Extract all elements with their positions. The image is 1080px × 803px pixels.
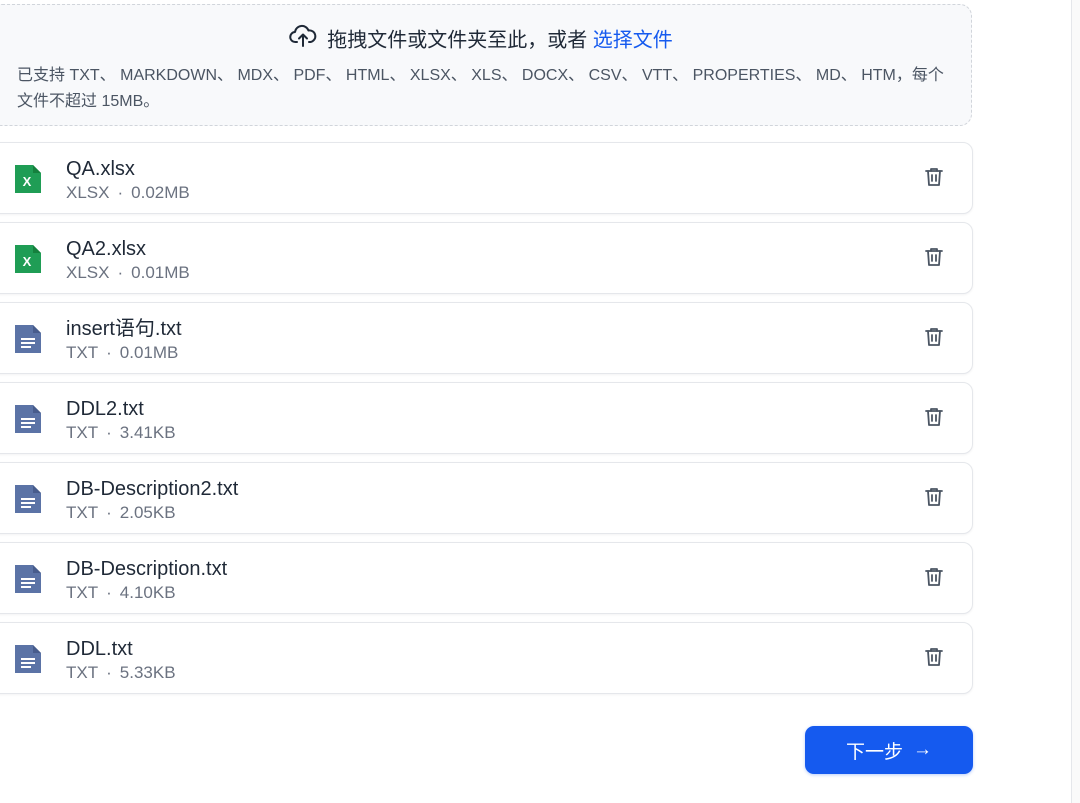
file-dropzone[interactable]: 拖拽文件或文件夹至此，或者 选择文件 已支持 TXT、 MARKDOWN、 MD… bbox=[0, 4, 972, 126]
file-name: DDL.txt bbox=[66, 638, 133, 660]
file-meta: TXT · 4.10KB bbox=[66, 582, 176, 604]
file-meta: TXT · 5.33KB bbox=[66, 662, 176, 684]
arrow-right-icon: → bbox=[913, 739, 932, 760]
file-type: XLSX bbox=[66, 183, 110, 202]
file-item: DDL2.txt TXT · 3.41KB bbox=[0, 382, 973, 454]
trash-icon bbox=[923, 486, 945, 513]
trash-icon bbox=[923, 646, 945, 673]
text-file-icon bbox=[13, 403, 43, 435]
page-scrollbar[interactable] bbox=[1071, 0, 1080, 803]
dropzone-title-text: 拖拽文件或文件夹至此，或者 bbox=[327, 29, 593, 52]
file-type: TXT bbox=[66, 663, 99, 682]
file-size: 0.01MB bbox=[131, 263, 190, 282]
meta-separator: · bbox=[106, 423, 112, 442]
next-step-button[interactable]: 下一步 → bbox=[805, 726, 973, 774]
meta-separator: · bbox=[117, 263, 124, 282]
dropzone-title: 拖拽文件或文件夹至此，或者 选择文件 bbox=[0, 24, 971, 55]
file-size: 2.05KB bbox=[119, 503, 176, 522]
trash-icon bbox=[923, 406, 945, 433]
delete-file-button[interactable] bbox=[920, 405, 948, 433]
file-meta: XLSX · 0.01MB bbox=[66, 262, 190, 284]
file-item: X QA.xlsx XLSX · 0.02MB bbox=[0, 142, 973, 214]
text-file-icon bbox=[13, 643, 43, 675]
file-item: insert语句.txt TXT · 0.01MB bbox=[0, 302, 973, 374]
file-type: TXT bbox=[66, 423, 99, 442]
file-item: DDL.txt TXT · 5.33KB bbox=[0, 622, 973, 694]
trash-icon bbox=[923, 566, 945, 593]
file-item: X QA2.xlsx XLSX · 0.01MB bbox=[0, 222, 973, 294]
file-item: DB-Description.txt TXT · 4.10KB bbox=[0, 542, 973, 614]
excel-file-icon: X bbox=[13, 163, 43, 195]
file-name: DB-Description.txt bbox=[66, 558, 228, 580]
meta-separator: · bbox=[106, 343, 112, 362]
file-type: TXT bbox=[66, 503, 99, 522]
text-file-icon bbox=[13, 563, 43, 595]
file-item: DB-Description2.txt TXT · 2.05KB bbox=[0, 462, 973, 534]
file-name: QA2.xlsx bbox=[66, 238, 147, 260]
supported-formats-hint: 已支持 TXT、 MARKDOWN、 MDX、 PDF、 HTML、 XLSX、… bbox=[17, 67, 944, 110]
text-file-icon bbox=[13, 323, 43, 355]
select-file-link[interactable]: 选择文件 bbox=[593, 29, 673, 51]
file-size: 0.02MB bbox=[131, 183, 190, 202]
meta-separator: · bbox=[117, 183, 124, 202]
trash-icon bbox=[923, 326, 945, 353]
delete-file-button[interactable] bbox=[920, 165, 948, 193]
svg-text:X: X bbox=[23, 174, 32, 189]
delete-file-button[interactable] bbox=[920, 485, 948, 513]
file-size: 3.41KB bbox=[119, 423, 176, 442]
trash-icon bbox=[923, 166, 945, 193]
delete-file-button[interactable] bbox=[920, 325, 948, 353]
file-type: TXT bbox=[66, 583, 99, 602]
delete-file-button[interactable] bbox=[920, 645, 948, 673]
upload-page: 拖拽文件或文件夹至此，或者 选择文件 已支持 TXT、 MARKDOWN、 MD… bbox=[0, 0, 1080, 803]
next-step-label: 下一步 bbox=[845, 741, 903, 763]
delete-file-button[interactable] bbox=[920, 245, 948, 273]
file-size: 0.01MB bbox=[119, 343, 179, 362]
file-size: 5.33KB bbox=[119, 663, 176, 682]
file-type: TXT bbox=[66, 343, 99, 362]
file-meta: TXT · 0.01MB bbox=[66, 342, 178, 364]
excel-file-icon: X bbox=[13, 243, 43, 275]
file-meta: TXT · 2.05KB bbox=[66, 502, 176, 524]
delete-file-button[interactable] bbox=[920, 565, 948, 593]
file-name: DDL2.txt bbox=[66, 398, 144, 420]
file-name: insert语句.txt bbox=[66, 318, 182, 340]
file-meta: XLSX · 0.02MB bbox=[66, 182, 190, 204]
file-size: 4.10KB bbox=[119, 583, 176, 602]
file-meta: TXT · 3.41KB bbox=[66, 422, 176, 444]
trash-icon bbox=[923, 246, 945, 273]
cloud-upload-icon bbox=[289, 24, 317, 55]
text-file-icon bbox=[13, 483, 43, 515]
meta-separator: · bbox=[106, 503, 112, 522]
file-name: DB-Description2.txt bbox=[66, 478, 239, 500]
meta-separator: · bbox=[106, 583, 112, 602]
file-list: X QA.xlsx XLSX · 0.02MB X QA2.xlsx XLSX … bbox=[0, 142, 973, 702]
file-type: XLSX bbox=[66, 263, 110, 282]
meta-separator: · bbox=[106, 663, 112, 682]
file-name: QA.xlsx bbox=[66, 158, 135, 180]
svg-text:X: X bbox=[23, 254, 32, 269]
